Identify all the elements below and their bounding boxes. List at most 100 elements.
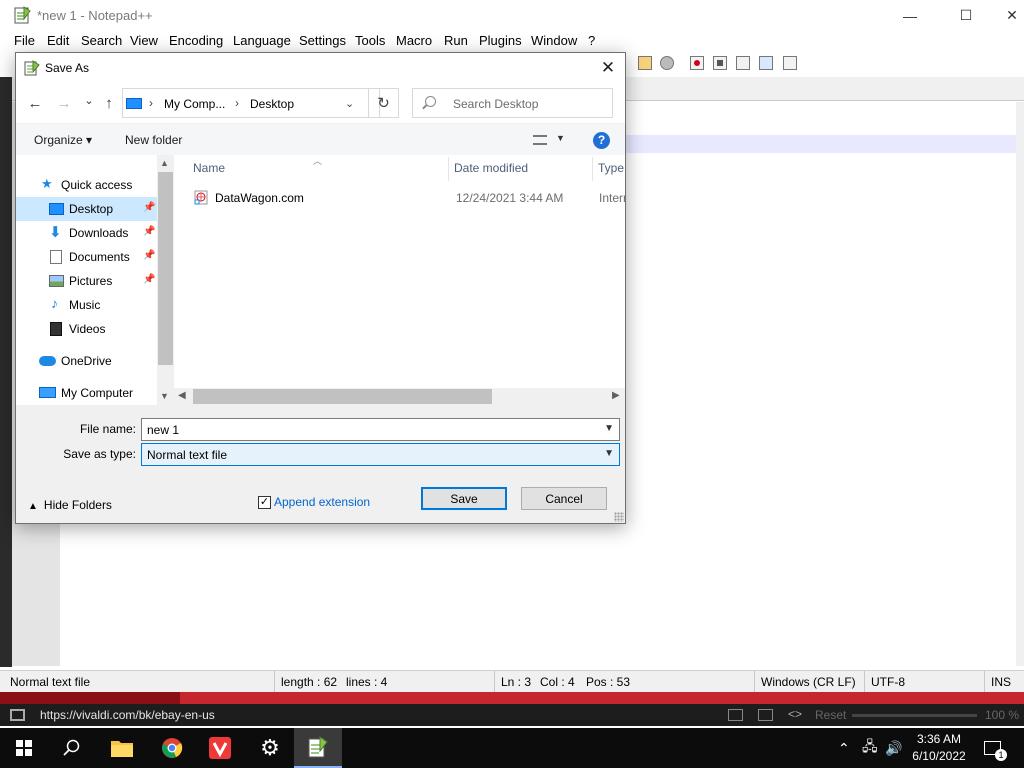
menu-language[interactable]: Language [233, 33, 291, 48]
nav-pane-scrollbar[interactable]: ▲ ▼ [157, 155, 174, 405]
zoom-reset[interactable]: Reset [815, 708, 846, 722]
record-macro-icon[interactable] [690, 56, 704, 70]
minimize-button[interactable]: — [887, 0, 933, 31]
append-extension-label[interactable]: Append extension [274, 495, 370, 509]
back-button[interactable]: ← [25, 93, 45, 113]
menu-tools[interactable]: Tools [355, 33, 385, 48]
nav-videos-label: Videos [69, 322, 106, 336]
vivaldi-tab[interactable] [0, 692, 180, 704]
taskbar-vivaldi[interactable] [196, 728, 244, 768]
panel-toggle-icon[interactable] [10, 709, 25, 721]
save-button[interactable]: Save [421, 487, 507, 510]
nav-onedrive[interactable]: OneDrive [16, 349, 157, 373]
folder-icon[interactable] [638, 56, 652, 70]
breadcrumb-separator[interactable]: › [149, 96, 153, 110]
menu-view[interactable]: View [130, 33, 158, 48]
zoom-slider[interactable] [852, 714, 977, 717]
scroll-right-icon[interactable]: ▶ [612, 390, 620, 401]
image-icon[interactable] [758, 709, 773, 721]
save-macro-icon[interactable] [783, 56, 797, 70]
run-macro-multiple-icon[interactable] [759, 56, 773, 70]
taskbar-search-button[interactable] [48, 728, 96, 768]
organize-button[interactable]: Organize ▾ [34, 133, 92, 147]
nav-downloads[interactable]: ⬇ Downloads 📌 [16, 221, 157, 245]
save-type-select[interactable]: Normal text file ▼ [141, 443, 620, 466]
view-options-icon[interactable] [533, 135, 547, 145]
window-panel-icon[interactable] [728, 709, 743, 721]
monitor-icon[interactable] [660, 56, 674, 70]
maximize-button[interactable]: ☐ [943, 0, 989, 31]
scroll-left-icon[interactable]: ◀ [178, 390, 186, 401]
column-header-type[interactable]: Type [598, 161, 624, 175]
menu-file[interactable]: File [14, 33, 35, 48]
new-folder-button[interactable]: New folder [125, 133, 182, 147]
nav-my-computer[interactable]: My Computer [16, 381, 157, 405]
nav-desktop[interactable]: Desktop 📌 [16, 197, 157, 221]
nav-pictures[interactable]: Pictures 📌 [16, 269, 157, 293]
scroll-down-icon[interactable]: ▼ [160, 391, 169, 401]
forward-button[interactable]: → [54, 93, 74, 113]
notification-center-button[interactable]: 1 [984, 728, 1007, 768]
breadcrumb-separator[interactable]: › [235, 96, 239, 110]
recent-locations-button[interactable]: ⌄ [79, 90, 99, 110]
hide-folders-button[interactable]: ▲ Hide Folders [28, 498, 112, 512]
chevron-down-icon[interactable]: ▼ [604, 448, 614, 459]
nav-quick-access[interactable]: ★ Quick access [16, 173, 157, 197]
chevron-down-icon[interactable]: ▼ [604, 423, 614, 434]
taskbar-notepadpp[interactable] [294, 728, 342, 768]
volume-icon[interactable]: 🔊 [885, 728, 902, 768]
column-divider[interactable] [448, 157, 449, 181]
menu-edit[interactable]: Edit [47, 33, 69, 48]
dialog-titlebar[interactable]: Save As ✕ [16, 53, 625, 83]
taskbar-clock[interactable]: 3:36 AM 6/10/2022 [905, 731, 973, 765]
hscroll-thumb[interactable] [193, 389, 492, 404]
refresh-button[interactable]: ↻ [368, 88, 399, 118]
column-header-name[interactable]: Name [193, 161, 225, 175]
up-button[interactable]: ↑ [99, 93, 119, 113]
menu-settings[interactable]: Settings [299, 33, 346, 48]
nav-documents[interactable]: Documents 📌 [16, 245, 157, 269]
page-actions-icon[interactable]: <> [788, 707, 802, 721]
menu-plugins[interactable]: Plugins [479, 33, 522, 48]
nav-music[interactable]: ♪ Music [16, 293, 157, 317]
menu-run[interactable]: Run [444, 33, 468, 48]
menu-help[interactable]: ? [588, 33, 595, 48]
menu-encoding[interactable]: Encoding [169, 33, 223, 48]
address-bar[interactable]: › My Comp... › Desktop ⌄ [122, 88, 380, 118]
file-row[interactable]: DataWagon.com 12/24/2021 3:44 AM Intern [190, 187, 625, 209]
cancel-button[interactable]: Cancel [521, 487, 607, 510]
menu-macro[interactable]: Macro [396, 33, 432, 48]
dialog-close-button[interactable]: ✕ [592, 55, 624, 81]
editor-scrollbar[interactable] [1016, 102, 1024, 666]
start-button[interactable] [0, 728, 48, 768]
taskbar-chrome[interactable] [148, 728, 196, 768]
taskbar-settings[interactable]: ⚙ [246, 728, 294, 768]
column-divider[interactable] [592, 157, 593, 181]
tray-chevron-icon[interactable]: ⌃ [838, 728, 850, 768]
stop-macro-icon[interactable] [713, 56, 727, 70]
address-dropdown-icon[interactable]: ⌄ [345, 97, 354, 110]
play-macro-icon[interactable] [736, 56, 750, 70]
file-name-input[interactable]: new 1 ▼ [141, 418, 620, 441]
status-ln: Ln : 3 [494, 671, 534, 693]
taskbar-file-explorer[interactable] [98, 728, 146, 768]
breadcrumb-my-computer[interactable]: My Comp... [164, 97, 225, 111]
scroll-up-icon[interactable]: ▲ [160, 158, 169, 168]
menu-search[interactable]: Search [81, 33, 122, 48]
nav-scroll-thumb[interactable] [158, 172, 173, 365]
resize-grip[interactable] [614, 512, 624, 522]
network-icon[interactable]: 🖧 [862, 728, 878, 768]
file-list: ︿ Name Date modified Type DataWagon.com … [174, 155, 625, 405]
checkbox-checked-icon[interactable]: ✓ [258, 496, 271, 509]
breadcrumb-desktop[interactable]: Desktop [250, 97, 294, 111]
status-file-type: Normal text file [10, 675, 91, 689]
menu-window[interactable]: Window [531, 33, 577, 48]
search-box[interactable]: Search Desktop [412, 88, 613, 118]
column-header-date[interactable]: Date modified [454, 161, 528, 175]
nav-videos[interactable]: Videos [16, 317, 157, 341]
file-list-hscrollbar[interactable]: ◀ ▶ [174, 388, 625, 405]
view-dropdown-icon[interactable]: ▼ [556, 133, 565, 143]
pin-icon: 📌 [143, 250, 156, 261]
close-window-button[interactable]: ✕ [989, 0, 1024, 31]
help-icon[interactable]: ? [593, 132, 610, 149]
